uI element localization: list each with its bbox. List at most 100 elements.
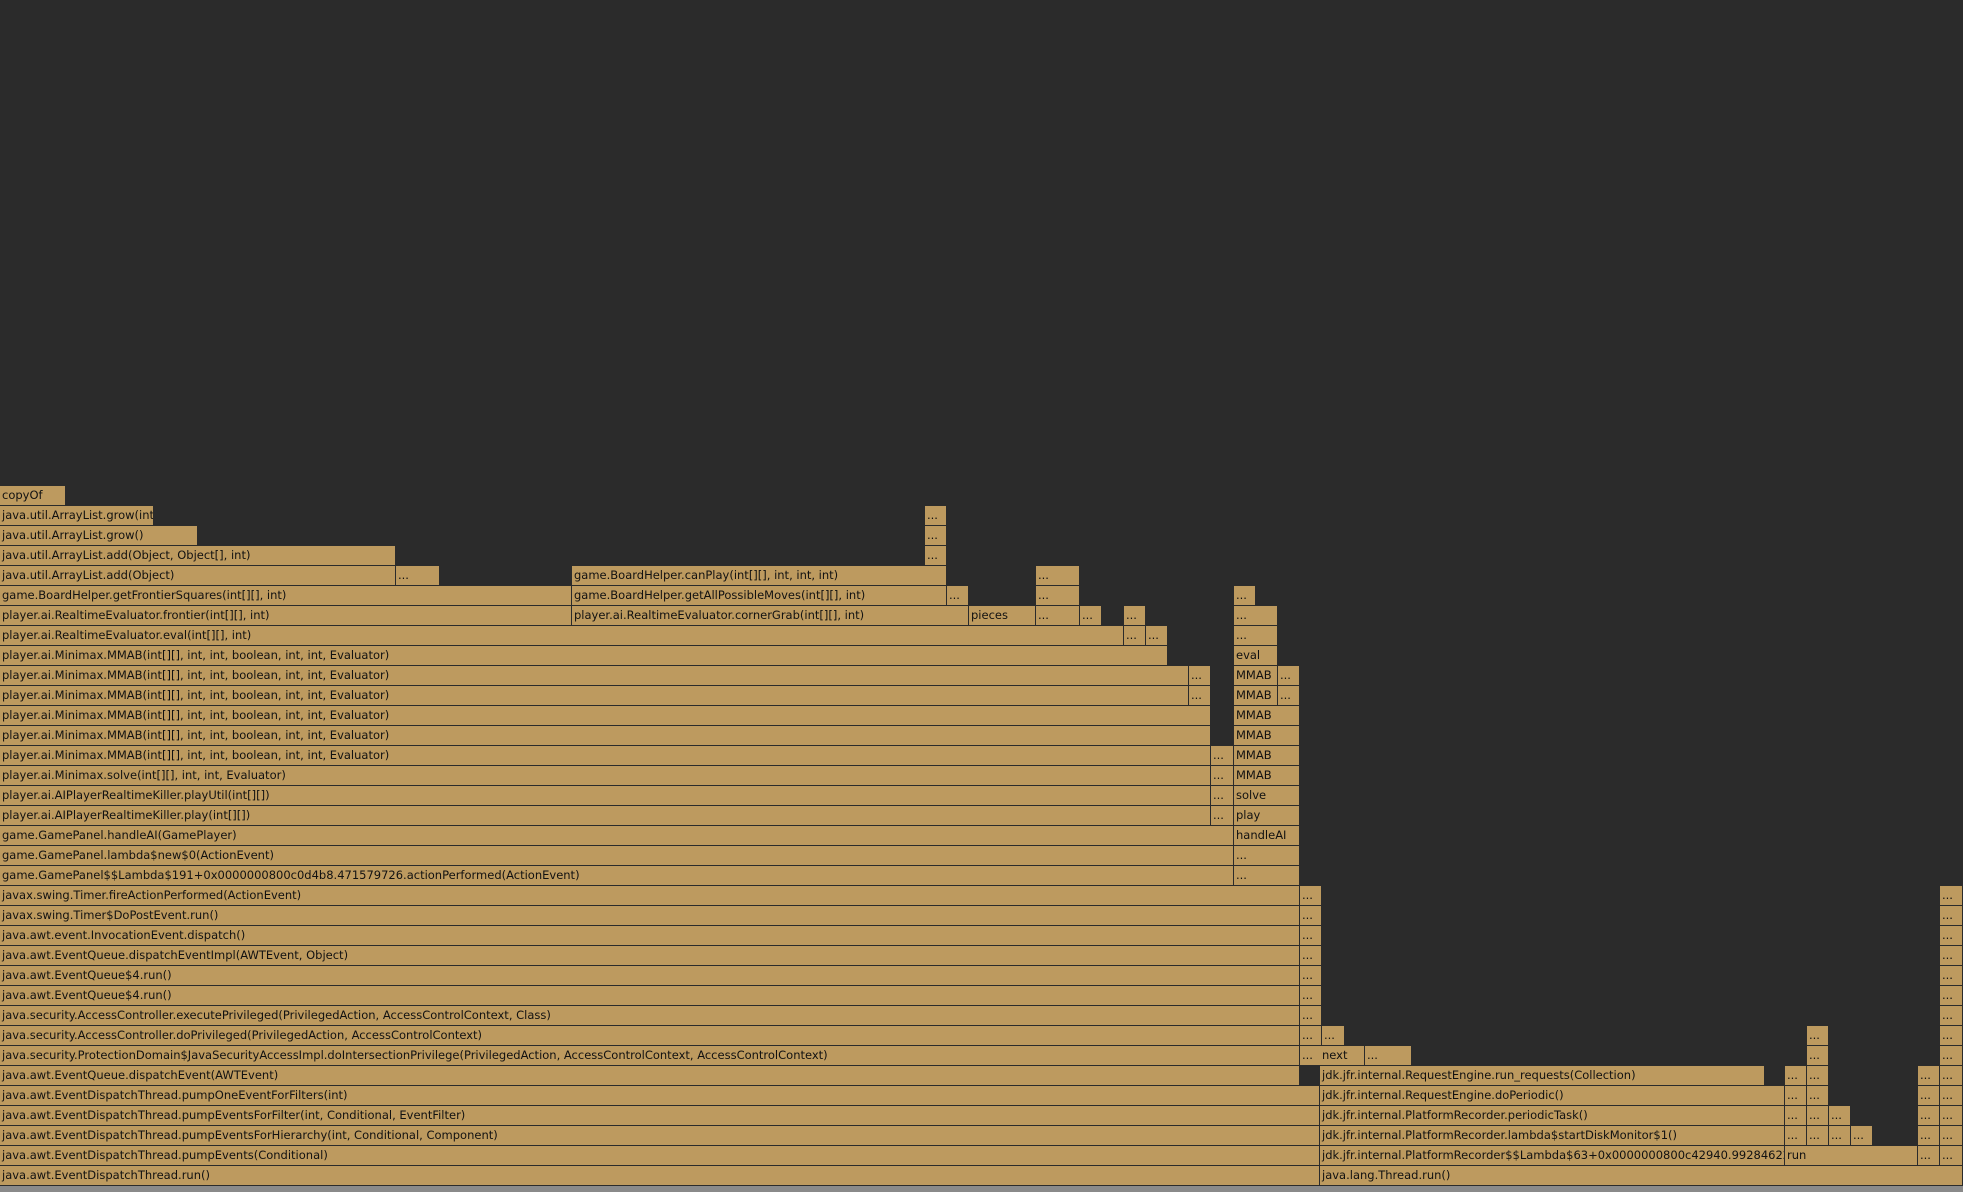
- stack-frame[interactable]: player.ai.Minimax.MMAB(int[][], int, int…: [0, 706, 1211, 726]
- stack-frame[interactable]: ...: [1278, 666, 1300, 686]
- stack-frame[interactable]: ...: [1940, 966, 1963, 986]
- stack-frame[interactable]: ...: [1785, 1086, 1807, 1106]
- stack-frame[interactable]: ...: [925, 526, 947, 546]
- stack-frame[interactable]: java.security.ProtectionDomain$JavaSecur…: [0, 1046, 1300, 1066]
- stack-frame[interactable]: ...: [1211, 786, 1234, 806]
- stack-frame[interactable]: game.BoardHelper.getFrontierSquares(int[…: [0, 586, 572, 606]
- stack-frame[interactable]: java.awt.event.InvocationEvent.dispatch(…: [0, 926, 1300, 946]
- stack-frame[interactable]: java.util.ArrayList.add(Object, Object[]…: [0, 546, 396, 566]
- stack-frame[interactable]: ...: [1829, 1126, 1851, 1146]
- stack-frame[interactable]: ...: [1918, 1126, 1940, 1146]
- stack-frame[interactable]: ...: [1785, 1066, 1807, 1086]
- stack-frame[interactable]: copyOf: [0, 486, 66, 506]
- stack-frame[interactable]: solve: [1234, 786, 1300, 806]
- stack-frame[interactable]: pieces: [969, 606, 1036, 626]
- stack-frame[interactable]: javax.swing.Timer.fireActionPerformed(Ac…: [0, 886, 1300, 906]
- stack-frame[interactable]: ...: [1300, 906, 1322, 926]
- stack-frame[interactable]: ...: [1080, 606, 1102, 626]
- stack-frame[interactable]: ...: [1940, 946, 1963, 966]
- stack-frame[interactable]: java.util.ArrayList.add(Object): [0, 566, 396, 586]
- stack-frame[interactable]: player.ai.Minimax.MMAB(int[][], int, int…: [0, 686, 1189, 706]
- stack-frame[interactable]: ...: [1807, 1046, 1829, 1066]
- stack-frame[interactable]: ...: [1851, 1126, 1873, 1146]
- stack-frame[interactable]: player.ai.RealtimeEvaluator.frontier(int…: [0, 606, 572, 626]
- stack-frame[interactable]: next: [1320, 1046, 1365, 1066]
- stack-frame[interactable]: jdk.jfr.internal.PlatformRecorder.period…: [1320, 1106, 1785, 1126]
- stack-frame[interactable]: player.ai.RealtimeEvaluator.eval(int[][]…: [0, 626, 1124, 646]
- stack-frame[interactable]: java.awt.EventDispatchThread.pumpEventsF…: [0, 1126, 1320, 1146]
- stack-frame[interactable]: game.GamePanel$$Lambda$191+0x0000000800c…: [0, 866, 1234, 886]
- stack-frame[interactable]: ...: [1036, 566, 1080, 586]
- stack-frame[interactable]: java.awt.EventQueue$4.run(): [0, 986, 1300, 1006]
- stack-frame[interactable]: ...: [925, 506, 947, 526]
- stack-frame[interactable]: ...: [396, 566, 440, 586]
- stack-frame[interactable]: java.awt.EventQueue$4.run(): [0, 966, 1300, 986]
- stack-frame[interactable]: MMAB: [1234, 746, 1300, 766]
- stack-frame[interactable]: ...: [1300, 966, 1322, 986]
- stack-frame[interactable]: ...: [1234, 626, 1278, 646]
- stack-frame[interactable]: player.ai.Minimax.solve(int[][], int, in…: [0, 766, 1211, 786]
- stack-frame[interactable]: ...: [1124, 606, 1146, 626]
- stack-frame[interactable]: jdk.jfr.internal.PlatformRecorder.lambda…: [1320, 1126, 1785, 1146]
- stack-frame[interactable]: ...: [1918, 1106, 1940, 1126]
- stack-frame[interactable]: MMAB: [1234, 726, 1300, 746]
- stack-frame[interactable]: MMAB: [1234, 706, 1300, 726]
- stack-frame[interactable]: player.ai.AIPlayerRealtimeKiller.play(in…: [0, 806, 1211, 826]
- stack-frame[interactable]: java.awt.EventDispatchThread.pumpEvents(…: [0, 1146, 1320, 1166]
- stack-frame[interactable]: run: [1785, 1146, 1918, 1166]
- stack-frame[interactable]: eval: [1234, 646, 1278, 666]
- stack-frame[interactable]: ...: [1300, 986, 1322, 1006]
- stack-frame[interactable]: ...: [1036, 586, 1080, 606]
- stack-frame[interactable]: game.GamePanel.handleAI(GamePlayer): [0, 826, 1234, 846]
- stack-frame[interactable]: game.BoardHelper.getAllPossibleMoves(int…: [572, 586, 947, 606]
- stack-frame[interactable]: ...: [1234, 846, 1300, 866]
- stack-frame[interactable]: ...: [1940, 1126, 1963, 1146]
- stack-frame[interactable]: ...: [1300, 1046, 1322, 1066]
- stack-frame[interactable]: jdk.jfr.internal.PlatformRecorder$$Lambd…: [1320, 1146, 1785, 1166]
- stack-frame[interactable]: ...: [1785, 1106, 1807, 1126]
- stack-frame[interactable]: java.security.AccessController.executePr…: [0, 1006, 1300, 1026]
- stack-frame[interactable]: java.awt.EventQueue.dispatchEvent(AWTEve…: [0, 1066, 1300, 1086]
- stack-frame[interactable]: player.ai.RealtimeEvaluator.cornerGrab(i…: [572, 606, 969, 626]
- stack-frame[interactable]: ...: [1807, 1086, 1829, 1106]
- stack-frame[interactable]: ...: [1300, 1006, 1322, 1026]
- stack-frame[interactable]: ...: [1234, 606, 1278, 626]
- stack-frame[interactable]: ...: [1234, 866, 1300, 886]
- stack-frame[interactable]: ...: [1211, 806, 1234, 826]
- stack-frame[interactable]: ...: [1940, 1146, 1963, 1166]
- stack-frame[interactable]: java.util.ArrayList.grow(): [0, 526, 198, 546]
- stack-frame[interactable]: ...: [1365, 1046, 1412, 1066]
- stack-frame[interactable]: ...: [1211, 746, 1234, 766]
- stack-frame[interactable]: ...: [1940, 1066, 1963, 1086]
- stack-frame[interactable]: ...: [1124, 626, 1146, 646]
- stack-frame[interactable]: ...: [1807, 1126, 1829, 1146]
- stack-frame[interactable]: MMAB: [1234, 666, 1278, 686]
- stack-frame[interactable]: ...: [1785, 1126, 1807, 1146]
- stack-frame[interactable]: ...: [1940, 1106, 1963, 1126]
- stack-frame[interactable]: jdk.jfr.internal.RequestEngine.run_reque…: [1320, 1066, 1765, 1086]
- stack-frame[interactable]: ...: [1940, 906, 1963, 926]
- stack-frame[interactable]: ...: [1940, 1026, 1963, 1046]
- stack-frame[interactable]: ...: [1036, 606, 1080, 626]
- stack-frame[interactable]: ...: [1300, 926, 1322, 946]
- stack-frame[interactable]: ...: [1940, 1046, 1963, 1066]
- stack-frame[interactable]: java.lang.Thread.run(): [1320, 1166, 1963, 1186]
- stack-frame[interactable]: ...: [1807, 1066, 1829, 1086]
- stack-frame[interactable]: ...: [1146, 626, 1168, 646]
- stack-frame[interactable]: player.ai.Minimax.MMAB(int[][], int, int…: [0, 646, 1168, 666]
- stack-frame[interactable]: java.awt.EventDispatchThread.pumpEventsF…: [0, 1106, 1320, 1126]
- stack-frame[interactable]: java.awt.EventDispatchThread.pumpOneEven…: [0, 1086, 1320, 1106]
- stack-frame[interactable]: ...: [1940, 1006, 1963, 1026]
- stack-frame[interactable]: ...: [947, 586, 969, 606]
- stack-frame[interactable]: ...: [1940, 886, 1963, 906]
- stack-frame[interactable]: player.ai.Minimax.MMAB(int[][], int, int…: [0, 726, 1211, 746]
- stack-frame[interactable]: ...: [1807, 1106, 1829, 1126]
- stack-frame[interactable]: ...: [1300, 946, 1322, 966]
- stack-frame[interactable]: ...: [1918, 1146, 1940, 1166]
- stack-frame[interactable]: java.awt.EventDispatchThread.run(): [0, 1166, 1320, 1186]
- stack-frame[interactable]: java.awt.EventQueue.dispatchEventImpl(AW…: [0, 946, 1300, 966]
- stack-frame[interactable]: ...: [1829, 1106, 1851, 1126]
- stack-frame[interactable]: ...: [1807, 1026, 1829, 1046]
- stack-frame[interactable]: ...: [1211, 766, 1234, 786]
- stack-frame[interactable]: ...: [1234, 586, 1256, 606]
